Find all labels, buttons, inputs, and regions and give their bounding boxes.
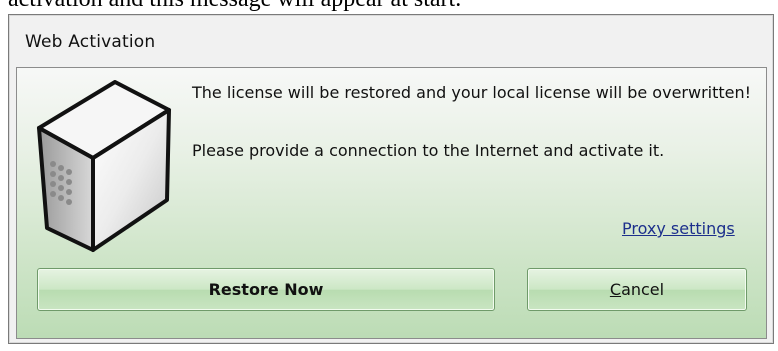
web-activation-dialog: Web Activation The license will be resto… (8, 14, 774, 344)
restore-warning-text: The license will be restored and your lo… (192, 83, 752, 102)
background-document-text: activation and this message will appear … (8, 0, 461, 13)
cancel-button[interactable]: Cancel (527, 268, 747, 311)
cancel-label-rest: ancel (621, 280, 665, 299)
dialog-content: The license will be restored and your lo… (16, 67, 767, 339)
cancel-accelerator: C (609, 280, 622, 299)
dialog-title-bar[interactable]: Web Activation (9, 15, 773, 67)
restore-now-button[interactable]: Restore Now (37, 268, 495, 311)
connection-instruction-text: Please provide a connection to the Inter… (192, 141, 665, 160)
restore-now-label: Restore Now (208, 280, 324, 299)
server-box-icon (37, 80, 171, 252)
cancel-label: Cancel (610, 280, 664, 299)
dialog-title: Web Activation (25, 32, 156, 52)
proxy-settings-link[interactable]: Proxy settings (622, 219, 735, 238)
